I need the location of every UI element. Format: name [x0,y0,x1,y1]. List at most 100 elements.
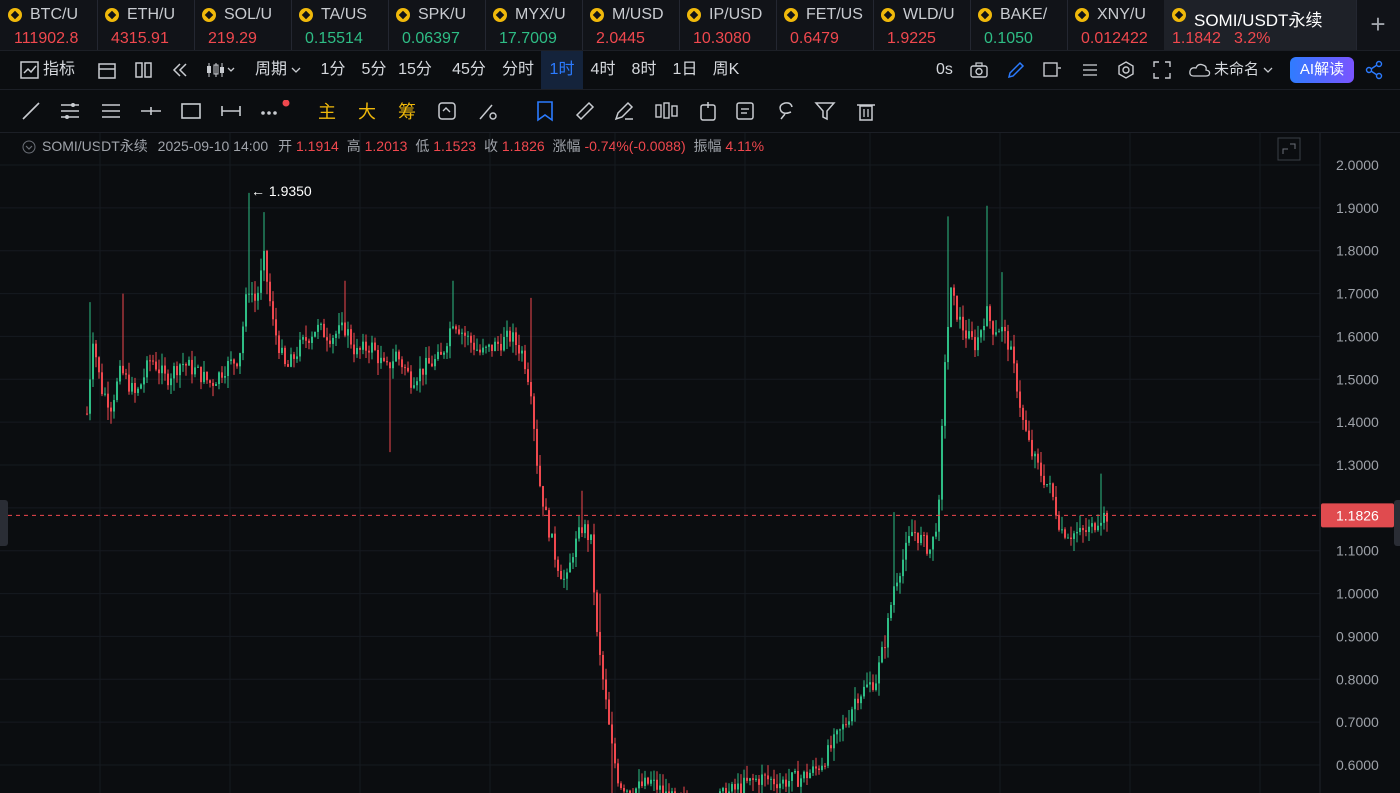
cloud-icon[interactable] [1188,60,1212,80]
interval-8[interactable]: 1日 [664,51,706,89]
candle-body [194,367,196,375]
candle-body [554,533,556,560]
ai-analysis-button[interactable]: AI解读 [1290,57,1354,83]
interval-4[interactable]: 分时 [497,51,539,89]
candle-body [755,778,757,780]
candle-body [137,388,139,393]
candle-body [239,353,241,367]
ticker-tab[interactable]: MYX/U 17.7009 [485,0,583,50]
interval-3[interactable]: 45分 [444,51,494,89]
main-chart-toggle[interactable]: 主 [318,98,336,124]
position-icon[interactable] [697,100,719,122]
interval-5[interactable]: 1时 [541,51,583,89]
candle-body [965,330,967,339]
ruler-icon[interactable] [574,100,596,122]
period-dropdown[interactable]: 周期 [255,51,287,89]
layout-name-dropdown[interactable]: 未命名 [1214,51,1259,89]
fullscreen-icon[interactable] [1152,60,1172,80]
ticker-tab[interactable]: FET/US 0.6479 [776,0,874,50]
channel-icon[interactable] [100,100,122,122]
sync-icon[interactable] [436,100,458,122]
calendar-icon[interactable] [97,60,117,80]
candle-body [1070,537,1072,539]
ticker-tab[interactable]: TA/US 0.15514 [291,0,389,50]
interval-1[interactable]: 5分 [353,51,395,89]
chips-toggle[interactable]: 筹 [398,98,416,124]
candle-body [623,787,625,792]
text-note-icon[interactable] [735,100,757,122]
candle-body [338,325,340,334]
right-panel-handle[interactable] [1394,500,1400,546]
candle-body [494,341,496,351]
rectangle-icon[interactable] [180,100,202,122]
horizontal-lines-icon[interactable] [59,100,81,122]
candle-body [347,329,349,336]
list-settings-icon[interactable] [1080,60,1100,80]
settings-icon[interactable] [1116,60,1136,80]
candle-body [1067,537,1069,539]
candle-body [425,357,427,375]
left-panel-handle[interactable] [0,500,8,546]
brush-icon[interactable] [613,100,635,122]
share-icon[interactable] [1364,60,1384,80]
horizontal-ray-icon[interactable] [140,100,162,122]
filter-icon[interactable] [814,100,836,122]
candle-body [287,364,289,367]
ticker-tab[interactable]: BTC/U 111902.8 [0,0,98,50]
interval-7[interactable]: 8时 [623,51,665,89]
candle-body [446,346,448,353]
ticker-price: 219.29 [208,30,257,47]
candle-body [467,335,469,337]
binance-coin-icon [687,8,701,22]
add-tab-button[interactable]: + [1356,0,1400,50]
trend-line-icon[interactable] [20,100,42,122]
candles-icon[interactable] [654,100,680,122]
camera-icon[interactable] [969,60,989,80]
ticker-tab-active[interactable]: SOMI/USDT永续 1.1842 3.2% [1164,0,1357,50]
large-order-toggle[interactable]: 大 [358,98,376,124]
ticker-tab[interactable]: WLD/U 1.9225 [873,0,971,50]
candle-body [254,293,256,301]
ticker-tab[interactable]: M/USD 2.0445 [582,0,680,50]
y-axis-tick: 0.9000 [1336,628,1379,644]
interval-0[interactable]: 1分 [312,51,354,89]
candle-body [542,486,544,507]
candle-body [419,368,421,382]
indicator-icon[interactable] [20,60,40,80]
pencil-icon[interactable] [1006,60,1026,80]
binance-coin-icon [978,8,992,22]
trash-icon[interactable] [855,100,877,122]
ticker-tab[interactable]: ETH/U 4315.91 [97,0,195,50]
candle-body [815,766,817,769]
measure-icon[interactable] [220,100,242,122]
candle-body [140,384,142,389]
lasso-icon[interactable] [775,100,797,122]
replay-icon[interactable] [170,60,190,80]
chart-maximize-icon[interactable] [1277,137,1301,161]
more-tools-icon[interactable] [259,100,293,122]
interval-9[interactable]: 周K [705,51,747,89]
binance-coin-icon [202,8,216,22]
note-icon[interactable] [1042,60,1062,80]
ticker-tab[interactable]: BAKE/0.1050 [970,0,1068,50]
price-chart[interactable]: 2.0000 1.9000 1.8000 1.7000 1.6000 1.5000 1.40… [0,133,1400,793]
candle-body [281,347,283,354]
interval-2[interactable]: 15分 [394,51,436,89]
candle-body [416,381,418,386]
ticker-tab[interactable]: XNY/U 0.012422 [1067,0,1165,50]
bookmark-icon[interactable] [534,100,556,122]
candle-body [224,375,226,378]
ticker-tab[interactable]: IP/USD 10.3080 [679,0,777,50]
candle-body [602,654,604,680]
ticker-tab[interactable]: SPK/U 0.06397 [388,0,486,50]
chart-type-icon[interactable] [205,60,235,80]
interval-6[interactable]: 4时 [582,51,624,89]
indicator-button[interactable]: 指标 [43,51,75,89]
candle-body [575,538,577,558]
ticker-tab[interactable]: SOL/U 219.29 [194,0,292,50]
candle-body [116,381,118,401]
split-view-icon[interactable] [134,60,154,80]
candle-body [641,781,643,786]
magnet-icon[interactable] [477,100,499,122]
candle-body [302,337,304,340]
